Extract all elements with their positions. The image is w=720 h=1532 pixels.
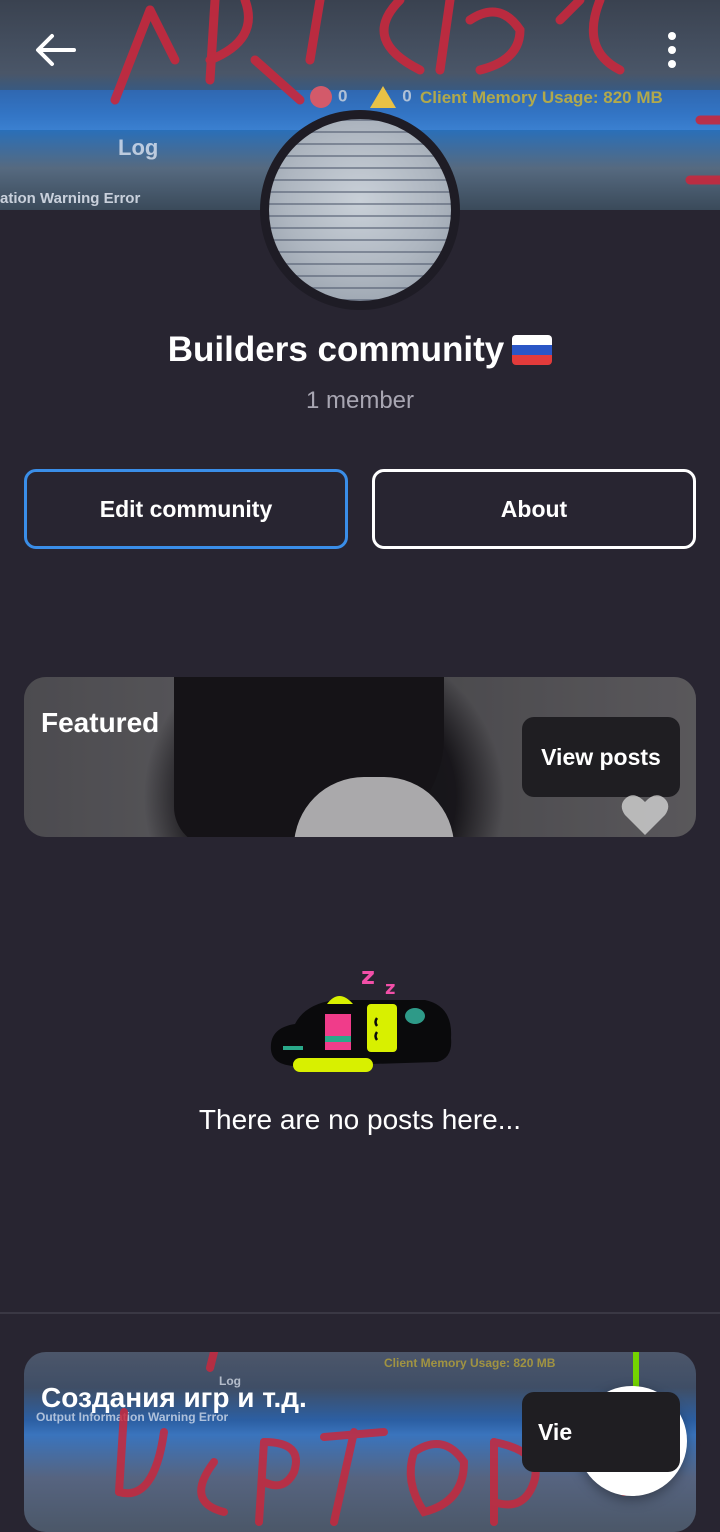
cat-photo-chest xyxy=(294,777,454,837)
category-card[interactable]: Log Client Memory Usage: 820 MB Output I… xyxy=(24,1352,696,1532)
edit-community-button[interactable]: Edit community xyxy=(24,469,348,549)
sleeping-robot-icon: z z xyxy=(270,962,452,1072)
about-button[interactable]: About xyxy=(372,469,696,549)
member-count: 1 member xyxy=(305,387,415,414)
featured-card[interactable]: Featured View posts xyxy=(24,677,696,837)
empty-state-text: There are no posts here... xyxy=(198,1104,522,1135)
featured-card-label: Featured xyxy=(41,707,160,738)
category-view-posts-button[interactable]: Vie xyxy=(522,1392,680,1472)
more-options-icon[interactable] xyxy=(654,30,690,70)
avatar-image xyxy=(269,119,451,301)
section-divider xyxy=(0,1312,720,1314)
svg-text:z: z xyxy=(361,962,375,990)
category-card-label: Создания игр и т.д. xyxy=(41,1382,307,1413)
community-name: Builders community xyxy=(167,330,505,369)
featured-view-posts-button[interactable]: View posts xyxy=(522,717,680,797)
back-arrow-icon[interactable] xyxy=(30,30,80,70)
heart-icon[interactable] xyxy=(620,793,670,837)
russia-flag-icon xyxy=(512,335,553,365)
cat-photo-shadow xyxy=(174,677,444,837)
community-title: Builders community xyxy=(0,330,720,370)
svg-text:z: z xyxy=(385,978,395,999)
community-avatar[interactable] xyxy=(260,110,460,310)
